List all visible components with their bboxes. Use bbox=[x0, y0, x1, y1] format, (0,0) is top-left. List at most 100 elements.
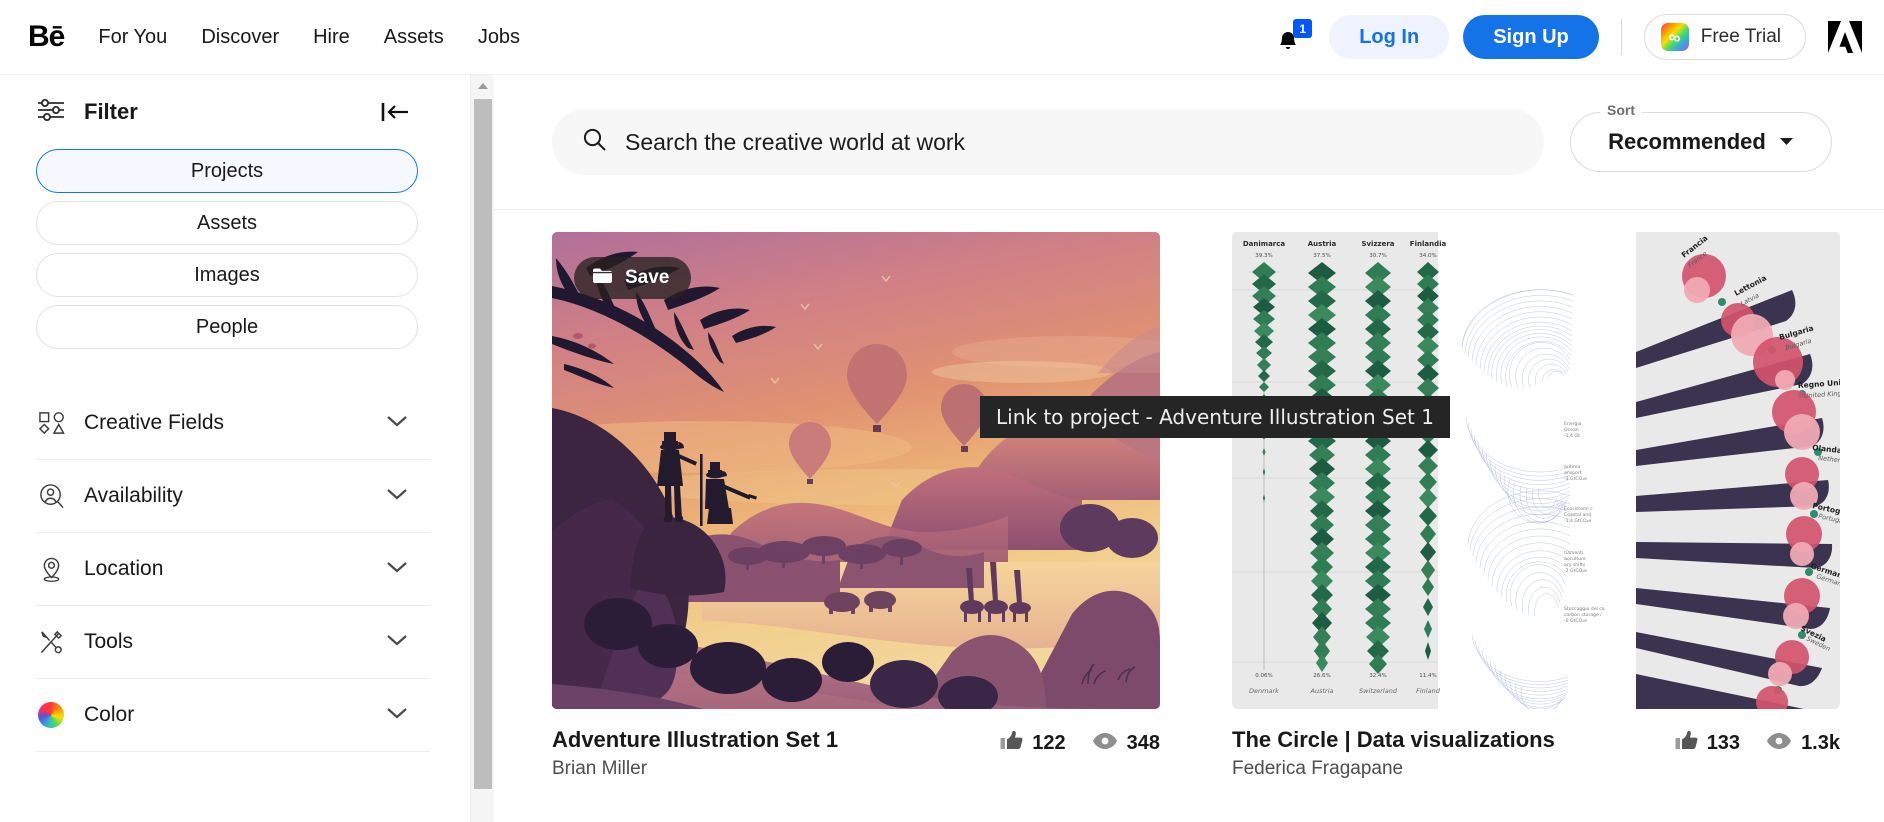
free-trial-label: Free Trial bbox=[1701, 26, 1781, 48]
chevron-down-icon bbox=[386, 706, 408, 725]
nav-item-for-you[interactable]: For You bbox=[98, 26, 167, 49]
svg-text:aritimo: aritimo bbox=[1564, 464, 1581, 470]
filter-type-pills: Projects Assets Images People bbox=[36, 149, 430, 349]
notification-badge: 1 bbox=[1293, 19, 1312, 38]
svg-text:0.06%: 0.06% bbox=[1255, 673, 1272, 679]
svg-text:Austria: Austria bbox=[1308, 240, 1337, 248]
svg-text:39.3%: 39.3% bbox=[1255, 253, 1272, 259]
sidebar-scrollbar[interactable] bbox=[470, 75, 494, 822]
chevron-down-icon bbox=[1779, 133, 1794, 151]
project-owner[interactable]: Federica Fragapane bbox=[1232, 758, 1555, 780]
nav-item-jobs[interactable]: Jobs bbox=[478, 26, 520, 49]
link-tooltip: Link to project - Adventure Illustration… bbox=[980, 396, 1450, 438]
filter-pill-people[interactable]: People bbox=[36, 305, 418, 349]
views-count: 1.3k bbox=[1801, 732, 1840, 755]
project-stats: 133 1.3k bbox=[1675, 726, 1840, 756]
svg-text:Switzerland: Switzerland bbox=[1359, 687, 1398, 695]
search-input[interactable]: Search the creative world at work bbox=[552, 109, 1544, 175]
save-button[interactable]: Save bbox=[574, 257, 691, 299]
svg-text:26.6%: 26.6% bbox=[1313, 673, 1330, 679]
filter-section-availability[interactable]: Availability bbox=[36, 460, 430, 533]
eye-icon bbox=[1766, 732, 1792, 755]
sort-legend: Sort bbox=[1600, 102, 1642, 118]
tools-icon bbox=[36, 627, 66, 657]
filter-section-color[interactable]: Color bbox=[36, 679, 430, 752]
login-button[interactable]: Log In bbox=[1329, 15, 1449, 59]
likes-stat: 133 bbox=[1675, 730, 1740, 756]
filter-section-label: Tools bbox=[84, 630, 133, 654]
filter-pill-projects[interactable]: Projects bbox=[36, 149, 418, 193]
svg-text:-1,4 GtCO₂e: -1,4 GtCO₂e bbox=[1564, 518, 1591, 524]
project-card: Danimarca Austria Svizzera Finlandia 39.… bbox=[1232, 232, 1840, 780]
svg-text:Finlandia: Finlandia bbox=[1410, 240, 1447, 248]
project-thumbnail-adventure[interactable]: Save bbox=[552, 232, 1160, 709]
location-pin-icon bbox=[36, 554, 66, 584]
svg-text:ary shifts: ary shifts bbox=[1564, 562, 1586, 568]
thumbs-up-icon bbox=[1675, 730, 1698, 756]
svg-text:Finland: Finland bbox=[1416, 687, 1441, 695]
svg-text:11.4%: 11.4% bbox=[1419, 673, 1436, 679]
likes-count: 122 bbox=[1032, 732, 1065, 755]
filter-section-label: Location bbox=[84, 557, 163, 581]
svg-text:30.7%: 30.7% bbox=[1369, 253, 1386, 259]
behance-logo[interactable]: Bē bbox=[28, 22, 64, 52]
project-card: Save Adventure Illustration Set 1 Brian … bbox=[552, 232, 1160, 780]
filter-section-creative-fields[interactable]: Creative Fields bbox=[36, 387, 430, 460]
filter-header: Filter bbox=[36, 75, 430, 149]
filter-section-label: Creative Fields bbox=[84, 411, 224, 435]
svg-text:Stoccaggio del ca: Stoccaggio del ca bbox=[1564, 606, 1605, 612]
svg-text:tiamenti: tiamenti bbox=[1564, 550, 1583, 556]
views-count: 348 bbox=[1127, 732, 1160, 755]
svg-text:34.0%: 34.0% bbox=[1419, 253, 1436, 259]
sort-control[interactable]: Recommended bbox=[1570, 112, 1832, 172]
site-header: Bē For You Discover Hire Assets Jobs 1 L… bbox=[0, 0, 1884, 75]
notifications-button[interactable]: 1 bbox=[1275, 17, 1313, 57]
search-icon bbox=[582, 127, 607, 157]
project-meta: Adventure Illustration Set 1 Brian Mille… bbox=[552, 726, 1160, 780]
header-actions: 1 Log In Sign Up Free Trial bbox=[1275, 14, 1862, 60]
sort-value: Recommended bbox=[1608, 129, 1766, 155]
svg-text:Ocean: Ocean bbox=[1564, 427, 1579, 433]
adobe-logo-icon[interactable] bbox=[1828, 21, 1862, 53]
sort-dropdown[interactable]: Sort Recommended bbox=[1570, 112, 1832, 172]
svg-text:-1,4 Gt: -1,4 Gt bbox=[1564, 433, 1580, 439]
filter-pill-images[interactable]: Images bbox=[36, 253, 418, 297]
filter-section-label: Availability bbox=[84, 484, 183, 508]
views-stat: 348 bbox=[1092, 732, 1160, 755]
header-divider bbox=[1621, 19, 1622, 55]
svg-text:ansport: ansport bbox=[1564, 470, 1582, 476]
svg-text:Ecosistemi c: Ecosistemi c bbox=[1564, 506, 1593, 512]
nav-item-discover[interactable]: Discover bbox=[201, 26, 279, 49]
scrollbar-thumb[interactable] bbox=[474, 99, 492, 789]
signup-button[interactable]: Sign Up bbox=[1463, 15, 1599, 59]
filter-section-tools[interactable]: Tools bbox=[36, 606, 430, 679]
free-trial-button[interactable]: Free Trial bbox=[1644, 14, 1806, 60]
color-wheel-icon bbox=[36, 700, 66, 730]
shapes-icon bbox=[36, 408, 66, 438]
nav-item-assets[interactable]: Assets bbox=[384, 26, 444, 49]
project-thumbnail-circle[interactable]: Danimarca Austria Svizzera Finlandia 39.… bbox=[1232, 232, 1840, 709]
creative-cloud-icon bbox=[1661, 23, 1689, 51]
project-title[interactable]: The Circle | Data visualizations bbox=[1232, 726, 1555, 754]
project-owner[interactable]: Brian Miller bbox=[552, 758, 838, 780]
chevron-down-icon bbox=[386, 414, 408, 433]
project-title[interactable]: Adventure Illustration Set 1 bbox=[552, 726, 838, 754]
search-placeholder: Search the creative world at work bbox=[625, 129, 965, 156]
save-label: Save bbox=[625, 267, 669, 289]
scrollbar-up-arrow[interactable] bbox=[471, 75, 495, 97]
svg-text:Coastal and: Coastal and bbox=[1564, 512, 1591, 518]
chevron-down-icon bbox=[386, 560, 408, 579]
filter-sections: Creative Fields Availability bbox=[36, 387, 430, 752]
svg-text:-3 GtCO₂e: -3 GtCO₂e bbox=[1564, 476, 1587, 482]
filter-pill-assets[interactable]: Assets bbox=[36, 201, 418, 245]
svg-text:Danimarca: Danimarca bbox=[1243, 240, 1286, 248]
svg-text:Svizzera: Svizzera bbox=[1361, 240, 1394, 248]
svg-text:-2 GtCO₂e: -2 GtCO₂e bbox=[1564, 568, 1587, 574]
filter-section-label: Color bbox=[84, 703, 134, 727]
views-stat: 1.3k bbox=[1766, 732, 1840, 755]
filter-section-location[interactable]: Location bbox=[36, 533, 430, 606]
collapse-sidebar-icon[interactable] bbox=[380, 98, 410, 126]
project-meta: The Circle | Data visualizations Federic… bbox=[1232, 726, 1840, 780]
nav-item-hire[interactable]: Hire bbox=[313, 26, 350, 49]
sliders-icon bbox=[36, 97, 66, 128]
